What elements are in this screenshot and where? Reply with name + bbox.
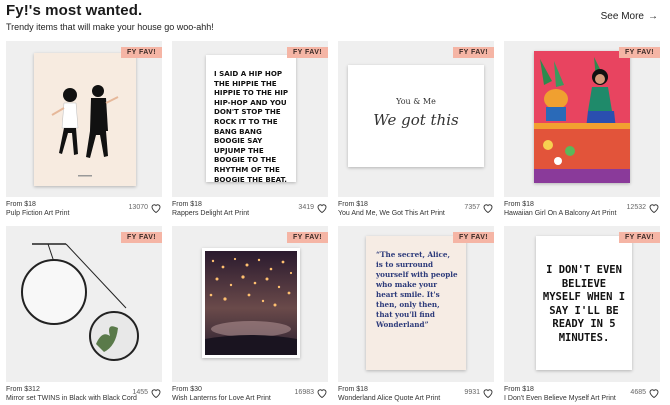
product-price: From $312 — [6, 386, 40, 393]
artwork-mirror-set — [21, 243, 139, 361]
fy-fav-badge: FY FAV! — [453, 232, 494, 243]
product-thumbnail[interactable] — [172, 226, 328, 382]
artwork-hawaiian-girl — [534, 51, 630, 183]
artwork-pulp-fiction — [34, 53, 136, 186]
product-name[interactable]: Rappers Delight Art Print — [172, 210, 249, 217]
section-title: Fy!'s most wanted. — [6, 2, 143, 19]
product-meta: From $30 Wish Lanterns for Love Art Prin… — [172, 386, 328, 405]
artwork-line-1: You & Me — [396, 97, 436, 106]
product-meta: From $312 Mirror set TWINS in Black with… — [6, 386, 162, 405]
like-count: 1455 — [132, 389, 148, 396]
heart-icon[interactable] — [648, 202, 660, 214]
fy-fav-badge: FY FAV! — [121, 47, 162, 58]
like-count: 9931 — [464, 389, 480, 396]
product-price: From $18 — [504, 201, 534, 208]
product-price: From $18 — [504, 386, 534, 393]
product-name[interactable]: Hawaiian Girl On A Balcony Art Print — [504, 210, 616, 217]
product-meta: From $18 I Don't Even Believe Myself Art… — [504, 386, 660, 405]
section-header: Fy!'s most wanted. Trendy items that wil… — [6, 0, 664, 40]
product-name[interactable]: Pulp Fiction Art Print — [6, 210, 69, 217]
product-meta: From $18 Hawaiian Girl On A Balcony Art … — [504, 201, 660, 223]
product-name[interactable]: Mirror set TWINS in Black with Black Cor… — [6, 395, 137, 402]
like-count: 3419 — [298, 204, 314, 211]
like-count: 16983 — [294, 389, 314, 396]
product-meta: From $18 Rappers Delight Art Print 3419 — [172, 201, 328, 223]
artwork-text: I SAID A HIP HOP THE HIPPIE THE HIPPIE T… — [214, 69, 289, 184]
fy-fav-badge: FY FAV! — [453, 47, 494, 58]
heart-icon[interactable] — [150, 202, 162, 214]
like-count: 4685 — [630, 389, 646, 396]
like-count: 13070 — [128, 204, 148, 211]
arrow-right-icon: → — [648, 11, 658, 22]
fy-fav-badge: FY FAV! — [619, 47, 660, 58]
heart-icon[interactable] — [648, 387, 660, 399]
heart-icon[interactable] — [150, 387, 162, 399]
product-name[interactable]: You And Me, We Got This Art Print — [338, 210, 445, 217]
product-price: From $18 — [338, 386, 368, 393]
product-thumbnail[interactable]: I DON'T EVEN BELIEVE MYSELF WHEN I SAY I… — [504, 226, 660, 382]
product-price: From $30 — [172, 386, 202, 393]
product-name[interactable]: Wonderland Alice Quote Art Print — [338, 395, 440, 402]
heart-icon[interactable] — [482, 202, 494, 214]
product-price: From $18 — [338, 201, 368, 208]
artwork-line-2: We got this — [373, 111, 459, 129]
product-price: From $18 — [6, 201, 36, 208]
artwork-rappers-delight: I SAID A HIP HOP THE HIPPIE THE HIPPIE T… — [206, 55, 296, 184]
product-meta: From $18 You And Me, We Got This Art Pri… — [338, 201, 494, 223]
see-more-link[interactable]: See More → — [601, 11, 658, 22]
artwork-wonderland-alice: “The secret, Alice, is to surround yours… — [366, 236, 466, 370]
fy-fav-badge: FY FAV! — [287, 47, 328, 58]
product-price: From $18 — [172, 201, 202, 208]
artwork-believe-myself: I DON'T EVEN BELIEVE MYSELF WHEN I SAY I… — [536, 236, 632, 370]
fy-fav-badge: FY FAV! — [121, 232, 162, 243]
see-more-label: See More — [600, 11, 644, 22]
product-thumbnail[interactable]: I SAID A HIP HOP THE HIPPIE THE HIPPIE T… — [172, 41, 328, 197]
product-meta: From $18 Pulp Fiction Art Print 13070 — [6, 201, 162, 223]
artwork-text: “The secret, Alice, is to surround yours… — [376, 250, 458, 329]
heart-icon[interactable] — [316, 387, 328, 399]
product-meta: From $18 Wonderland Alice Quote Art Prin… — [338, 386, 494, 405]
product-thumbnail[interactable] — [6, 226, 162, 382]
fy-fav-badge: FY FAV! — [287, 232, 328, 243]
product-thumbnail[interactable] — [504, 41, 660, 197]
artwork-you-and-me: You & Me We got this — [348, 65, 484, 167]
heart-icon[interactable] — [482, 387, 494, 399]
product-thumbnail[interactable]: “The secret, Alice, is to surround yours… — [338, 226, 494, 382]
artwork-text: I DON'T EVEN BELIEVE MYSELF WHEN I SAY I… — [542, 264, 626, 344]
product-thumbnail[interactable] — [6, 41, 162, 197]
like-count: 7357 — [464, 204, 480, 211]
product-thumbnail[interactable]: You & Me We got this — [338, 41, 494, 197]
heart-icon[interactable] — [316, 202, 328, 214]
product-name[interactable]: Wish Lanterns for Love Art Print — [172, 395, 271, 402]
artwork-wish-lanterns — [202, 248, 300, 358]
like-count: 12532 — [626, 204, 646, 211]
product-name[interactable]: I Don't Even Believe Myself Art Print — [504, 395, 616, 402]
fy-fav-badge: FY FAV! — [619, 232, 660, 243]
section-subtitle: Trendy items that will make your house g… — [6, 22, 214, 32]
